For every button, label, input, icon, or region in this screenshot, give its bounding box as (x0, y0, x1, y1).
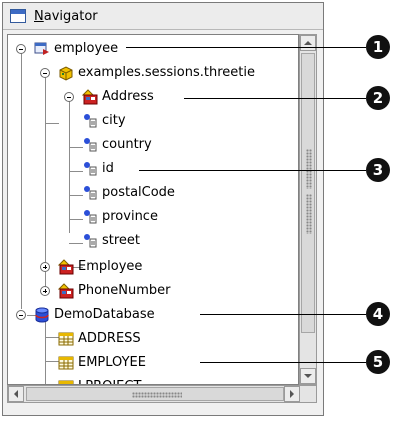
tree-node-field[interactable]: street (8, 231, 298, 251)
scroll-up-button[interactable] (300, 35, 316, 51)
tree-node-field[interactable]: id (8, 159, 298, 179)
expand-toggle[interactable] (40, 286, 50, 296)
tree-node-label: employee (54, 41, 119, 56)
callout-marker-2: 2 (366, 86, 390, 110)
callout-marker-4: 4 (366, 302, 390, 326)
vertical-scroll-thumb[interactable] (301, 53, 315, 333)
tree-node-label: country (102, 137, 152, 152)
attribute-icon (84, 162, 97, 176)
horizontal-scrollbar[interactable] (7, 385, 317, 403)
navigator-title: Navigator (34, 9, 98, 24)
attribute-icon (84, 210, 97, 224)
tree-node-table[interactable]: ADDRESS (8, 329, 298, 349)
chevron-down-icon (304, 374, 312, 378)
descriptor-icon (58, 283, 74, 299)
tree-node-employee[interactable]: employee (8, 39, 298, 59)
tree-node-field[interactable]: city (8, 111, 298, 131)
scroll-left-button[interactable] (8, 386, 24, 402)
tree-node-label: Address (102, 89, 154, 104)
attribute-icon (84, 186, 97, 200)
tree-node-label: PhoneNumber (78, 283, 171, 298)
navigator-tree[interactable]: employee examples.sessions.threetie Addr… (7, 34, 299, 385)
tree-node-table[interactable]: LPROJECT (8, 377, 298, 384)
tree-node-label: examples.sessions.threetie (78, 65, 255, 80)
tree-node-label: ADDRESS (78, 331, 141, 346)
scroll-down-button[interactable] (300, 368, 316, 384)
tree-node-label: province (102, 209, 158, 224)
package-icon (59, 66, 73, 81)
project-icon (34, 42, 49, 55)
collapse-toggle[interactable] (64, 92, 74, 102)
tree-node-field[interactable]: postalCode (8, 183, 298, 203)
chevron-right-icon (290, 390, 294, 398)
table-icon (58, 332, 74, 346)
callout-marker-1: 1 (366, 35, 390, 59)
tree-node-session[interactable]: examples.sessions.threetie (8, 63, 298, 83)
grip-icon (132, 392, 182, 398)
collapse-toggle[interactable] (40, 68, 50, 78)
window-icon (10, 9, 26, 23)
expand-toggle[interactable] (40, 262, 50, 272)
tree-node-label: city (102, 113, 126, 128)
attribute-icon (84, 138, 97, 152)
descriptor-icon (58, 259, 74, 275)
tree-node-label: id (102, 161, 114, 176)
callout-leader (200, 362, 366, 363)
tree-node-table[interactable]: EMPLOYEE (8, 353, 298, 373)
title-rest: avigator (43, 9, 98, 24)
horizontal-scroll-thumb[interactable] (26, 387, 284, 401)
tree-node-label: EMPLOYEE (78, 355, 146, 370)
tree-node-label: Employee (78, 259, 143, 274)
tree-node-label: postalCode (102, 185, 175, 200)
navigator-titlebar: Navigator (3, 3, 323, 30)
vertical-scrollbar[interactable] (299, 34, 317, 385)
table-icon (58, 356, 74, 370)
tree-node-phonenumber[interactable]: PhoneNumber (8, 281, 298, 301)
tree-node-field[interactable]: province (8, 207, 298, 227)
callout-marker-3: 3 (366, 158, 390, 182)
tree-connector (45, 315, 46, 384)
callout-leader (184, 98, 366, 99)
collapse-toggle[interactable] (16, 310, 26, 320)
grip-icon (306, 149, 312, 189)
tree-node-address[interactable]: Address (8, 87, 298, 107)
grip-icon (306, 194, 312, 234)
tree-node-employee-descriptor[interactable]: Employee (8, 257, 298, 277)
chevron-left-icon (14, 390, 18, 398)
callout-marker-5: 5 (366, 350, 390, 374)
callout-leader (139, 170, 366, 171)
attribute-icon (84, 234, 97, 248)
tree-node-label: street (102, 233, 141, 248)
title-mnemonic: N (34, 9, 44, 24)
tree-node-label: DemoDatabase (54, 307, 155, 322)
attribute-icon (84, 114, 97, 128)
callout-leader (200, 314, 366, 315)
tree-node-label: LPROJECT (78, 377, 141, 384)
tree-node-database[interactable]: DemoDatabase (8, 305, 298, 325)
tree-node-field[interactable]: country (8, 135, 298, 155)
descriptor-icon (82, 89, 98, 105)
scroll-right-button[interactable] (284, 386, 300, 402)
collapse-toggle[interactable] (16, 44, 26, 54)
database-icon (35, 307, 49, 323)
callout-leader (126, 47, 366, 48)
